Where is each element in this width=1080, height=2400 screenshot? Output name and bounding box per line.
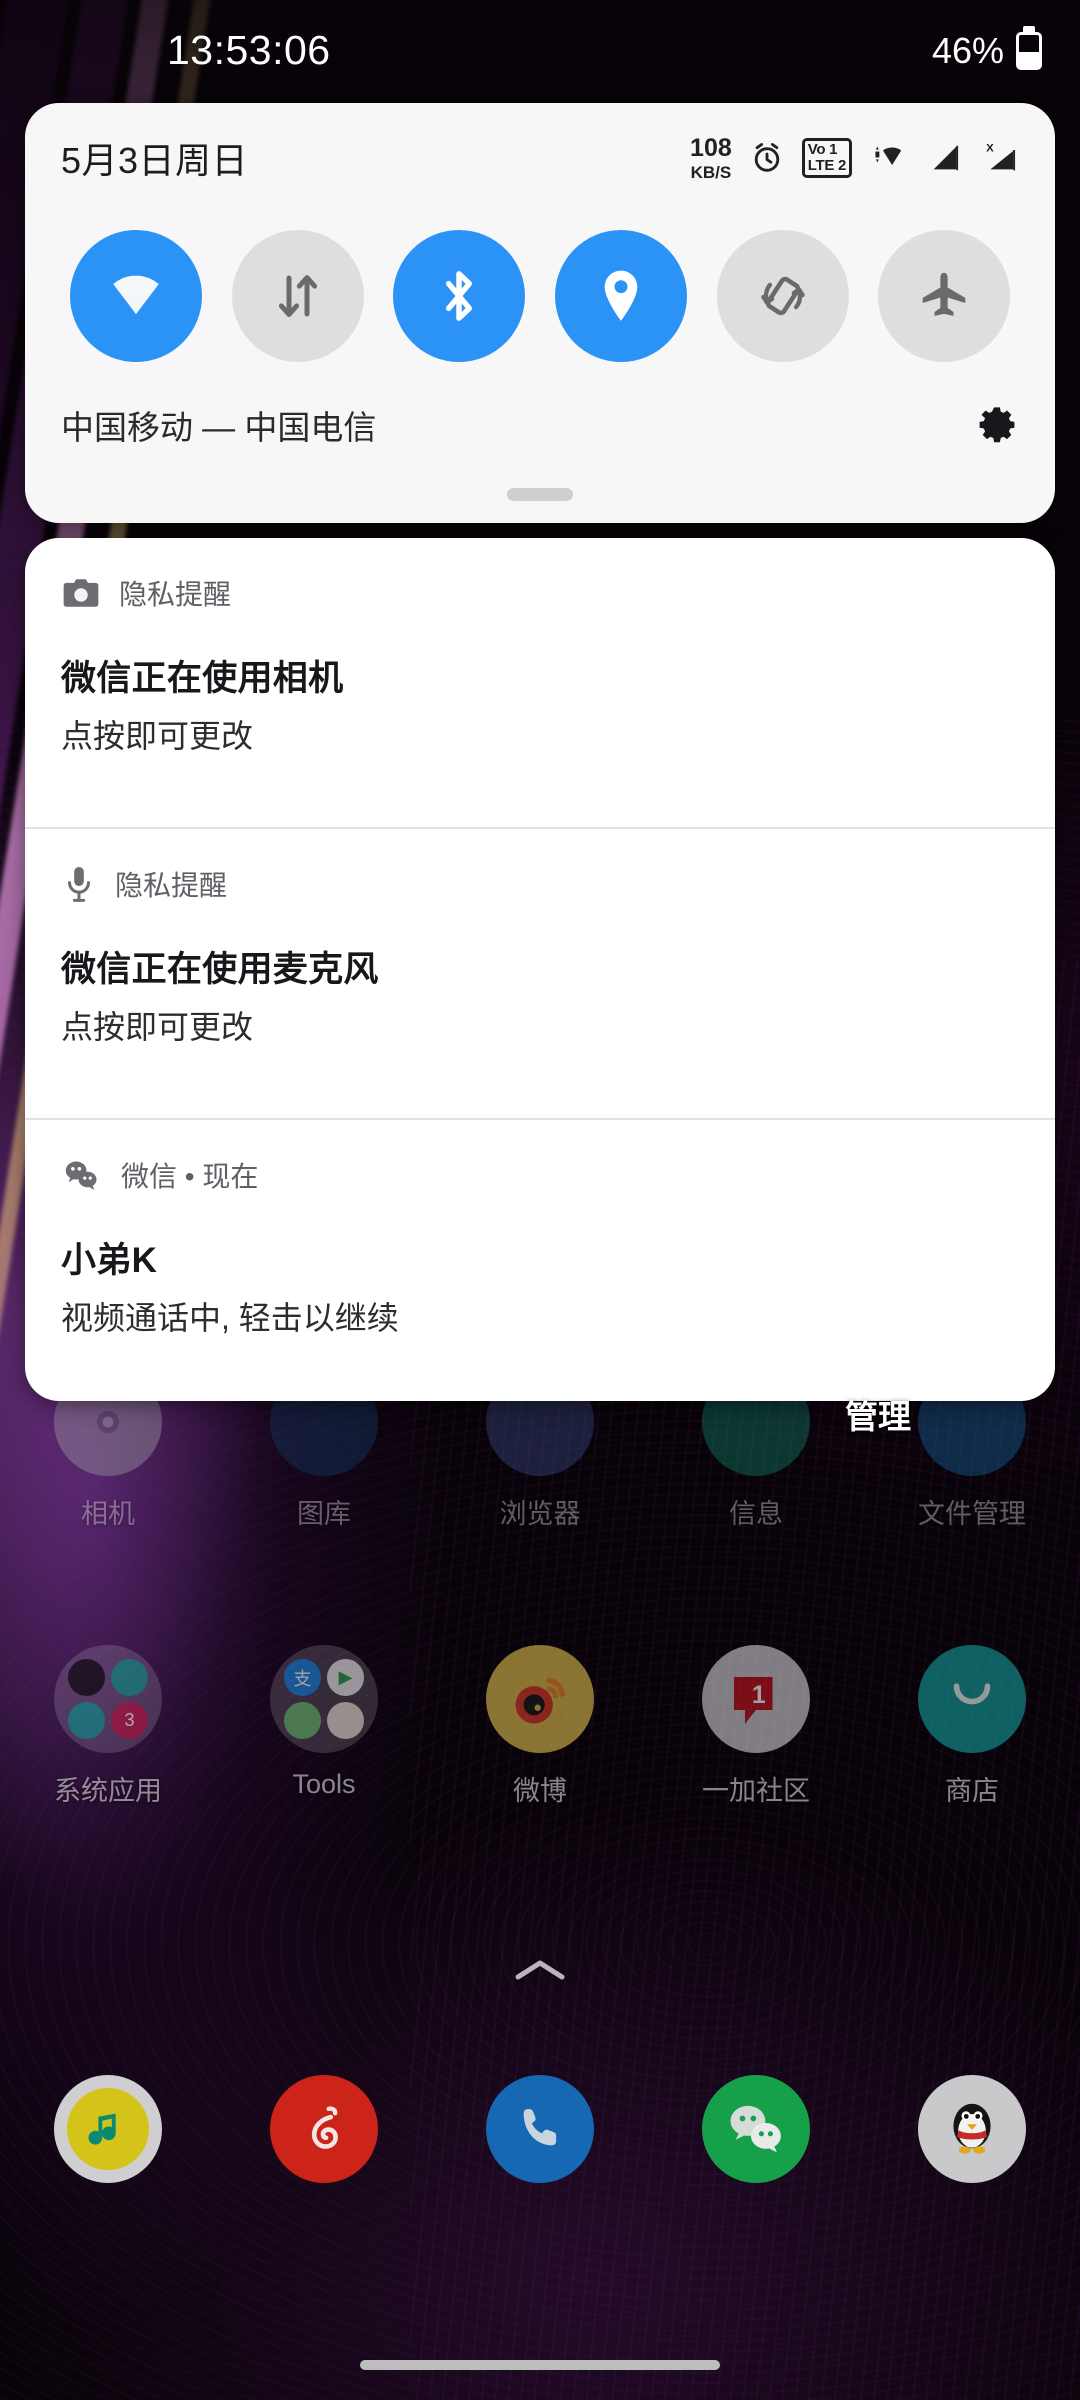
manage-notifications-button[interactable]: 管理	[845, 1390, 911, 1438]
notification-title: 小弟K	[61, 1241, 158, 1280]
tile-wrap-airplane-mode	[863, 230, 1025, 362]
panel-drag-handle[interactable]	[507, 488, 573, 501]
net-speed-unit: KB/S	[690, 162, 732, 182]
dock-netease-music[interactable]	[216, 2075, 432, 2183]
store-app-icon[interactable]	[918, 1645, 1026, 1753]
status-bar-clock: 13:53:06	[167, 27, 331, 73]
notification-body: 点按即可更改	[61, 1009, 254, 1045]
qq-app-icon[interactable]	[918, 2075, 1026, 2183]
app-label: Tools	[292, 1769, 356, 1799]
qs-date-label: 5月3日周日	[61, 140, 249, 181]
gesture-home-bar[interactable]	[360, 2360, 720, 2370]
volte-line-1: Vo 1	[807, 141, 838, 159]
dock-wechat[interactable]	[648, 2075, 864, 2183]
notification-app-name: 隐私提醒	[115, 870, 228, 901]
qs-tile-location[interactable]	[554, 230, 687, 362]
quick-settings-footer: 中国移动 — 中国电信	[25, 375, 1055, 475]
app-weibo[interactable]: 微博	[432, 1645, 648, 1808]
notification-item[interactable]: 隐私提醒 微信正在使用相机 点按即可更改	[25, 538, 1055, 827]
battery-percent-label: 46%	[931, 30, 1004, 71]
app-row-2: 3 系统应用 支 ▶ Tools 微博 1 一加社区 商店	[0, 1645, 1080, 1808]
notification-app-name: 微信 • 现在	[121, 1161, 259, 1192]
status-bar: 13:53:06 46%	[0, 0, 1080, 100]
oneplus-community-app-icon[interactable]: 1	[702, 1645, 810, 1753]
system-apps-folder-icon[interactable]: 3	[54, 1645, 162, 1753]
dock-qq[interactable]	[864, 2075, 1080, 2183]
app-label: 浏览器	[499, 1499, 581, 1529]
wifi-icon	[869, 141, 911, 175]
notification-title: 微信正在使用麦克风	[61, 950, 379, 989]
network-speed-indicator: 108 KB/S	[690, 133, 732, 182]
alarm-clock-icon	[749, 140, 785, 176]
quick-settings-header: 5月3日周日 108 KB/S Vo 1 LTE 2 X	[25, 103, 1055, 213]
app-label: 信息	[729, 1499, 783, 1529]
notification-header: 微信 • 现在	[61, 1152, 1019, 1198]
gear-icon[interactable]	[975, 403, 1019, 447]
tile-wrap-auto-rotate	[702, 230, 864, 362]
tile-wrap-mobile-data	[217, 230, 379, 362]
tile-wrap-location	[540, 230, 702, 362]
volte-line-2: LTE 2	[807, 157, 847, 174]
camera-icon	[61, 575, 101, 611]
notification-title: 微信正在使用相机	[61, 659, 344, 698]
chevron-up-icon[interactable]	[512, 1955, 568, 1985]
tools-folder-icon[interactable]: 支 ▶	[270, 1645, 378, 1753]
quick-settings-tiles	[25, 221, 1055, 371]
signal-bars-icon	[928, 141, 962, 175]
carrier-label: 中国移动 — 中国电信	[61, 409, 377, 446]
phone-app-icon[interactable]	[486, 2075, 594, 2183]
qs-tile-wifi[interactable]	[69, 230, 202, 362]
tile-wrap-bluetooth	[378, 230, 540, 362]
qs-tile-bluetooth[interactable]	[393, 230, 526, 362]
wechat-app-icon[interactable]	[702, 2075, 810, 2183]
app-label: 相机	[81, 1499, 135, 1529]
net-speed-value: 108	[690, 133, 732, 162]
dock-phone[interactable]	[432, 2075, 648, 2183]
notification-shade: 隐私提醒 微信正在使用相机 点按即可更改 隐私提醒 微信正在使用麦克风 点按即可…	[25, 538, 1055, 1401]
notification-body: 视频通话中, 轻击以继续	[61, 1300, 399, 1336]
app-label: 图库	[297, 1499, 351, 1529]
app-label: 商店	[945, 1776, 999, 1806]
notification-item[interactable]: 隐私提醒 微信正在使用麦克风 点按即可更改	[25, 829, 1055, 1118]
qs-status-icons: 108 KB/S Vo 1 LTE 2 X	[690, 133, 1019, 182]
qs-tile-mobile-data[interactable]	[231, 230, 364, 362]
qs-tile-airplane-mode[interactable]	[878, 230, 1011, 362]
notification-item[interactable]: 微信 • 现在 小弟K 视频通话中, 轻击以继续	[25, 1120, 1055, 1401]
app-oneplus-community[interactable]: 1 一加社区	[648, 1645, 864, 1808]
svg-text:1: 1	[752, 1682, 766, 1709]
microphone-icon	[61, 864, 97, 904]
qq-music-app-icon[interactable]	[54, 2075, 162, 2183]
app-label: 一加社区	[702, 1776, 810, 1806]
app-label: 微博	[513, 1776, 567, 1806]
app-label: 文件管理	[918, 1499, 1026, 1529]
notification-app-name: 隐私提醒	[119, 579, 232, 610]
app-label: 系统应用	[54, 1776, 162, 1806]
quick-settings-panel: 5月3日周日 108 KB/S Vo 1 LTE 2 X 中国移动 — 中国电信	[25, 103, 1055, 523]
app-store[interactable]: 商店	[864, 1645, 1080, 1808]
dock	[0, 2075, 1080, 2183]
dock-qq-music[interactable]	[0, 2075, 216, 2183]
app-folder-tools[interactable]: 支 ▶ Tools	[216, 1645, 432, 1808]
weibo-app-icon[interactable]	[486, 1645, 594, 1753]
svg-text:X: X	[986, 143, 994, 155]
qs-tile-auto-rotate[interactable]	[716, 230, 849, 362]
notification-header: 隐私提醒	[61, 861, 1019, 907]
wechat-icon	[61, 1156, 103, 1194]
notification-header: 隐私提醒	[61, 570, 1019, 616]
signal-bars-no-service-icon: X	[979, 140, 1019, 176]
netease-music-app-icon[interactable]	[270, 2075, 378, 2183]
battery-icon	[1016, 32, 1042, 70]
tile-wrap-wifi	[55, 230, 217, 362]
status-bar-right: 46%	[932, 30, 1042, 72]
notification-body: 点按即可更改	[61, 718, 254, 754]
volte-dual-sim-icon: Vo 1 LTE 2	[801, 138, 852, 178]
app-folder-system[interactable]: 3 系统应用	[0, 1645, 216, 1808]
